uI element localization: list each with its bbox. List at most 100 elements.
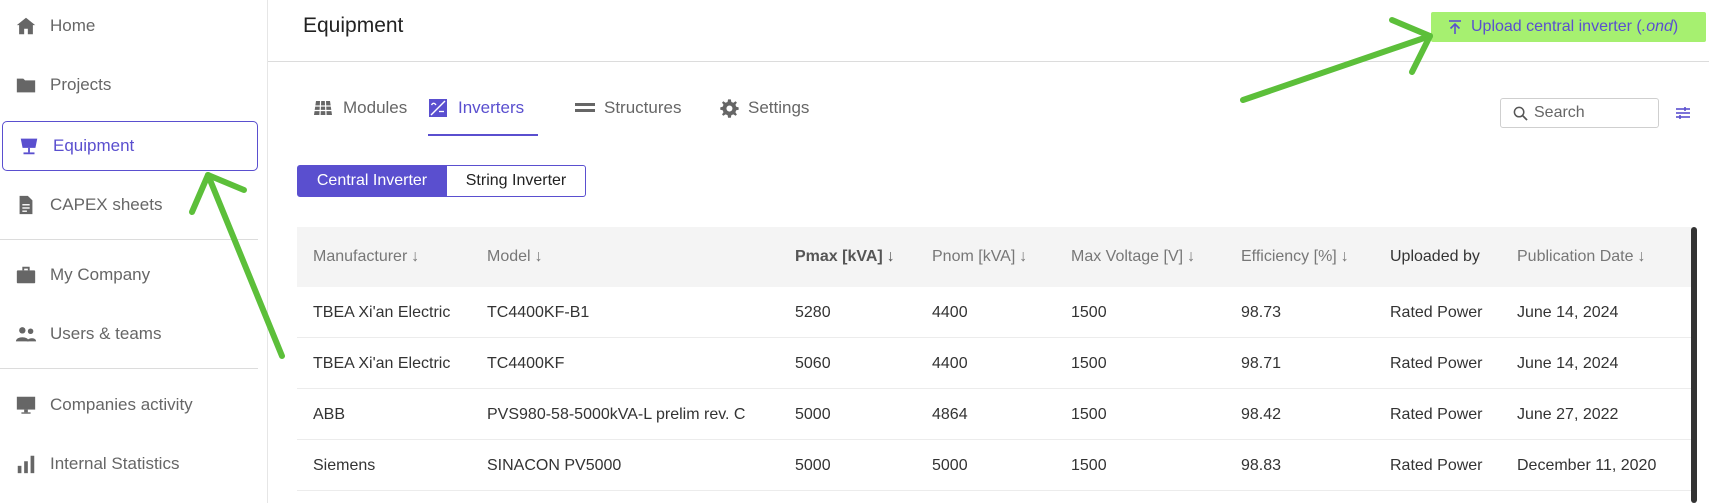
cell-pnom: 4400 <box>932 354 968 372</box>
cell-efficiency: 98.73 <box>1241 303 1282 321</box>
column-label: Pnom [kVA] <box>932 248 1016 265</box>
column-header-pnom[interactable]: Pnom [kVA] ↓ <box>932 227 1027 287</box>
sort-arrow-icon: ↓ <box>1187 248 1196 265</box>
sidebar-item-label: Projects <box>50 75 112 94</box>
sidebar-item-label: My Company <box>50 265 151 284</box>
cell-efficiency: 98.42 <box>1241 405 1282 423</box>
column-header-publication-date[interactable]: Publication Date ↓ <box>1517 227 1646 287</box>
cell-publication-date: December 11, 2020 <box>1517 456 1657 474</box>
column-label: Publication Date <box>1517 248 1634 265</box>
tab-structures[interactable]: Structures <box>574 98 681 136</box>
table-row[interactable]: TBEA Xi'an Electric TC4400KF-B1 5280 440… <box>297 287 1692 338</box>
sidebar-item-home[interactable]: Home <box>0 1 258 51</box>
cell-pmax: 5280 <box>795 303 831 321</box>
bar-chart-icon <box>14 452 38 476</box>
upload-central-inverter-button[interactable]: Upload central inverter (.ond) <box>1431 12 1706 42</box>
column-header-efficiency[interactable]: Efficiency [%] ↓ <box>1241 227 1349 287</box>
cell-model: TC4400KF-B1 <box>487 303 590 321</box>
tab-label: Structures <box>604 98 682 117</box>
cell-max-voltage: 1500 <box>1071 405 1107 423</box>
cell-pnom: 4864 <box>932 405 968 423</box>
table-header: Manufacturer ↓ Model ↓ Pmax [kVA] ↓ Pnom [k… <box>297 227 1692 287</box>
annotation-arrow-upload <box>1240 17 1433 103</box>
sidebar-item-label: Users & teams <box>50 324 162 343</box>
sort-arrow-icon: ↓ <box>1019 248 1028 265</box>
sidebar-item-label: Equipment <box>53 136 135 155</box>
upload-icon <box>1447 19 1463 35</box>
upload-extension: .ond <box>1641 18 1673 35</box>
cell-max-voltage: 1500 <box>1071 456 1107 474</box>
cell-manufacturer: TBEA Xi'an Electric <box>313 303 451 321</box>
cell-manufacturer: ABB <box>313 405 346 423</box>
upload-label-close: ) <box>1672 18 1679 35</box>
column-header-model[interactable]: Model ↓ <box>487 227 543 287</box>
cell-pmax: 5000 <box>795 456 831 474</box>
column-label: Model <box>487 248 531 265</box>
cell-uploaded-by: Rated Power <box>1390 354 1483 372</box>
tab-label: Settings <box>748 98 810 117</box>
briefcase-icon <box>14 263 38 287</box>
home-icon <box>14 14 38 38</box>
sidebar-item-companies-activity[interactable]: Companies activity <box>0 380 258 430</box>
search-input[interactable] <box>1534 104 1654 122</box>
sidebar-item-capex-sheets[interactable]: CAPEX sheets <box>0 180 258 230</box>
sidebar-item-equipment[interactable]: Equipment <box>2 121 258 171</box>
table-row[interactable]: Siemens SINACON PV5000 5000 5000 1500 98… <box>297 440 1692 491</box>
cell-pnom: 5000 <box>932 456 968 474</box>
tab-modules[interactable]: Modules <box>313 98 407 136</box>
cell-efficiency: 98.83 <box>1241 456 1282 474</box>
cell-publication-date: June 14, 2024 <box>1517 303 1619 321</box>
table-scrollbar[interactable] <box>1691 227 1697 503</box>
cell-model: PVS980-58-5000kVA-L prelim rev. C <box>487 405 746 423</box>
column-label: Efficiency [%] <box>1241 248 1337 265</box>
filter-settings-icon[interactable] <box>1674 104 1692 122</box>
tab-inverters[interactable]: Inverters <box>428 98 539 136</box>
cell-model: TC4400KF <box>487 354 565 372</box>
column-header-pmax[interactable]: Pmax [kVA] ↓ <box>795 227 895 287</box>
structure-icon <box>574 98 596 120</box>
sidebar-item-label: CAPEX sheets <box>50 195 163 214</box>
upload-label: Upload central inverter ( <box>1471 18 1642 35</box>
tab-settings[interactable]: Settings <box>718 98 809 136</box>
inverter-icon <box>428 98 450 120</box>
column-header-manufacturer[interactable]: Manufacturer ↓ <box>313 227 419 287</box>
cell-pnom: 4400 <box>932 303 968 321</box>
sidebar-item-users-teams[interactable]: Users & teams <box>0 309 258 359</box>
table-row[interactable]: ABB PVS980-58-5000kVA-L prelim rev. C 50… <box>297 389 1692 440</box>
tab-label: Inverters <box>458 98 525 117</box>
cell-publication-date: June 14, 2024 <box>1517 354 1619 372</box>
cell-pmax: 5000 <box>795 405 831 423</box>
segment-central-inverter[interactable]: Central Inverter <box>297 165 447 197</box>
grid-icon <box>313 98 335 120</box>
sidebar-item-projects[interactable]: Projects <box>0 60 258 110</box>
header-divider <box>268 61 1709 62</box>
sidebar-divider <box>0 239 258 240</box>
search-box[interactable] <box>1500 98 1659 128</box>
sidebar-item-my-company[interactable]: My Company <box>0 250 258 300</box>
column-label: Max Voltage [V] <box>1071 248 1184 265</box>
cell-efficiency: 98.71 <box>1241 354 1282 372</box>
page-title: Equipment <box>303 14 404 37</box>
cell-manufacturer: TBEA Xi'an Electric <box>313 354 451 372</box>
search-icon <box>1513 106 1528 121</box>
cell-uploaded-by: Rated Power <box>1390 405 1483 423</box>
column-header-max-voltage[interactable]: Max Voltage [V] ↓ <box>1071 227 1195 287</box>
sidebar-item-label: Companies activity <box>50 395 193 414</box>
sort-arrow-icon: ↓ <box>411 248 420 265</box>
table-row[interactable]: TBEA Xi'an Electric TC4400KF 5060 4400 1… <box>297 338 1692 389</box>
cell-uploaded-by: Rated Power <box>1390 303 1483 321</box>
column-label: Pmax [kVA] <box>795 248 883 265</box>
sort-arrow-icon: ↓ <box>534 248 543 265</box>
sort-arrow-icon: ↓ <box>886 248 895 265</box>
sidebar: Home Projects Equipment CAPEX sheets My … <box>0 0 268 503</box>
sidebar-item-internal-statistics[interactable]: Internal Statistics <box>0 439 258 489</box>
cell-pmax: 5060 <box>795 354 831 372</box>
inverters-table: Manufacturer ↓ Model ↓ Pmax [kVA] ↓ Pnom [k… <box>297 227 1692 491</box>
segment-string-inverter[interactable]: String Inverter <box>446 165 586 197</box>
sort-arrow-icon: ↓ <box>1637 248 1646 265</box>
sidebar-item-label: Home <box>50 16 96 35</box>
folder-icon <box>14 73 38 97</box>
cell-uploaded-by: Rated Power <box>1390 456 1483 474</box>
column-label: Uploaded by <box>1390 248 1480 265</box>
cell-max-voltage: 1500 <box>1071 303 1107 321</box>
